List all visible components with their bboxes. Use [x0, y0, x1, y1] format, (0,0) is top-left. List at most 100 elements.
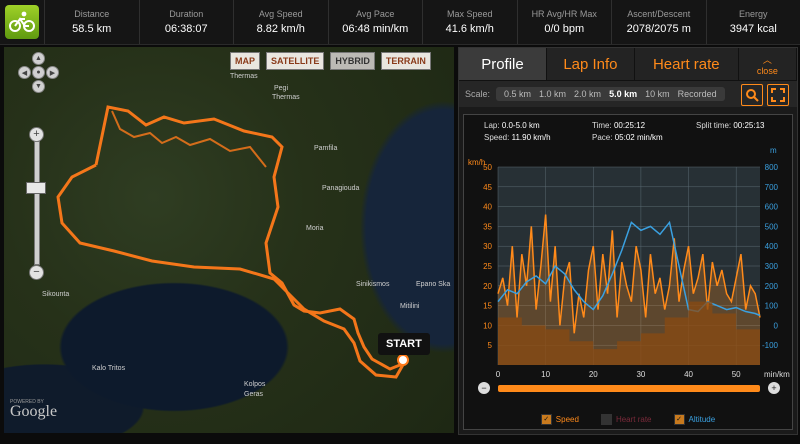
scale-option[interactable]: Recorded — [678, 89, 717, 99]
split-label: Split time: — [696, 121, 732, 130]
stat-max-speed: Max Speed 41.6 km/h — [422, 0, 517, 44]
panel-tabs: Profile Lap Info Heart rate ︿ close — [459, 48, 797, 80]
stat-ascent-descent: Ascent/Descent 2078/2075 m — [611, 0, 706, 44]
map-type-satellite[interactable]: SATELLITE — [266, 52, 325, 70]
map-type-terrain[interactable]: TERRAIN — [380, 52, 431, 70]
scale-option[interactable]: 1.0 km — [539, 89, 566, 99]
fullscreen-icon[interactable] — [767, 84, 789, 106]
x-tick-label: 30 — [636, 370, 645, 379]
x-tick-label: 50 — [732, 370, 741, 379]
x-tick-label: 20 — [589, 370, 598, 379]
place-label: Geras — [244, 391, 264, 398]
checkbox-checked-icon[interactable]: ✓ — [673, 414, 685, 425]
lap-value: 0.0-5.0 km — [501, 121, 540, 130]
profile-panel: Profile Lap Info Heart rate ︿ close Scal… — [458, 47, 798, 435]
x-tick-label: 40 — [684, 370, 693, 379]
range-minus-glyph: − — [481, 383, 486, 393]
stat-label: HR Avg/HR Max — [531, 9, 597, 19]
map-type-map[interactable]: MAP — [230, 52, 260, 70]
scale-option[interactable]: 10 km — [645, 89, 670, 99]
left-tick-label: 45 — [483, 183, 492, 192]
left-tick-label: 40 — [483, 203, 492, 212]
left-tick-label: 25 — [483, 262, 492, 271]
route-map[interactable]: Thermas Pegi Thermas Pamfila Panagiouda … — [4, 47, 454, 433]
stat-label: Avg Speed — [258, 9, 303, 19]
zoom-rail[interactable] — [34, 141, 40, 265]
scale-options: 0.5 km 1.0 km 2.0 km 5.0 km 10 km Record… — [496, 87, 725, 101]
legend-speed[interactable]: ✓ Speed — [540, 414, 579, 425]
google-logo[interactable]: Google — [10, 403, 57, 421]
pan-control: ▲ ◀ ● ▶ ▼ — [18, 52, 59, 93]
tab-profile[interactable]: Profile — [459, 48, 547, 80]
right-tick-label: 300 — [765, 262, 779, 271]
zoom-in-button[interactable]: + — [29, 127, 44, 142]
zoom-control: + − — [26, 127, 46, 280]
x-tick-label: 0 — [496, 370, 501, 379]
scale-option[interactable]: 2.0 km — [574, 89, 601, 99]
left-tick-label: 35 — [483, 222, 492, 231]
place-label: Epano Ska — [416, 281, 451, 288]
right-tick-label: 800 — [765, 163, 779, 172]
stats-bar: Distance 58.5 km Duration 06:38:07 Avg Spe… — [0, 0, 800, 45]
scale-option[interactable]: 0.5 km — [504, 89, 531, 99]
left-tick-label: 15 — [483, 302, 492, 311]
pan-center-icon[interactable]: ● — [32, 66, 45, 79]
pan-down-icon[interactable]: ▼ — [32, 80, 45, 93]
checkbox-checked-icon[interactable]: ✓ — [540, 414, 552, 425]
start-label: START — [378, 333, 430, 355]
scale-bar: Scale: 0.5 km 1.0 km 2.0 km 5.0 km 10 km… — [459, 80, 797, 107]
pan-right-icon[interactable]: ▶ — [46, 66, 59, 79]
stat-label: Duration — [169, 9, 204, 19]
profile-chart[interactable]: Lap: 0.0-5.0 km Speed: 11.90 km/h Time: … — [463, 114, 793, 430]
stat-value: 41.6 km/h — [445, 23, 494, 35]
map-type-hybrid[interactable]: HYBRID — [330, 52, 375, 70]
right-tick-label: 500 — [765, 222, 779, 231]
stat-value: 8.82 km/h — [256, 23, 305, 35]
stat-avg-speed: Avg Speed 8.82 km/h — [233, 0, 328, 44]
tab-heart-rate[interactable]: Heart rate — [634, 48, 739, 80]
scale-option-selected[interactable]: 5.0 km — [609, 89, 637, 99]
zoom-magnifier-icon[interactable] — [741, 84, 763, 106]
map-type-switcher: MAP SATELLITE HYBRID TERRAIN — [230, 52, 431, 70]
stat-value: 06:48 min/km — [342, 23, 409, 35]
route-track — [56, 105, 409, 379]
right-axis-unit: m — [770, 146, 777, 155]
close-label: close — [756, 65, 778, 76]
activity-logo[interactable] — [0, 0, 44, 44]
tab-lap-info[interactable]: Lap Info — [546, 48, 635, 80]
pan-left-icon[interactable]: ◀ — [18, 66, 31, 79]
stat-distance: Distance 58.5 km — [44, 0, 139, 44]
place-label: Kalo Tritos — [92, 365, 126, 372]
place-label: Sikounta — [42, 291, 70, 298]
x-tick-label: 10 — [541, 370, 550, 379]
zoom-slider-handle[interactable] — [26, 182, 46, 194]
legend-altitude[interactable]: ✓ Altitude — [673, 414, 715, 425]
right-tick-label: 100 — [765, 302, 779, 311]
stat-value: 3947 kcal — [729, 23, 777, 35]
close-button[interactable]: ︿ close — [738, 48, 797, 80]
pan-up-icon[interactable]: ▲ — [32, 52, 45, 65]
stat-label: Distance — [74, 9, 110, 19]
right-tick-label: -100 — [762, 341, 779, 350]
stat-value: 2078/2075 m — [626, 23, 691, 35]
place-label: Moria — [306, 225, 324, 232]
right-tick-label: 0 — [774, 321, 779, 330]
place-label: Thermas — [272, 94, 300, 101]
legend-heart-rate[interactable]: Heart rate — [600, 414, 652, 425]
checkbox-unchecked-icon[interactable] — [600, 414, 612, 425]
x-axis-unit: min/km — [764, 370, 790, 379]
start-marker[interactable] — [397, 354, 409, 366]
zoom-out-button[interactable]: − — [29, 265, 44, 280]
stat-duration: Duration 06:38:07 — [138, 0, 234, 44]
left-axis-unit: km/h — [468, 158, 485, 167]
stat-label: Energy — [738, 9, 768, 19]
place-label: Thermas — [230, 73, 258, 80]
place-label: Pegi — [274, 85, 289, 92]
stat-avg-pace: Avg Pace 06:48 min/km — [327, 0, 423, 44]
place-label: Panagiouda — [322, 185, 360, 192]
scale-label: Scale: — [465, 89, 491, 99]
cycling-icon — [5, 5, 39, 39]
stat-label: Avg Pace — [356, 9, 395, 19]
stat-value: 06:38:07 — [164, 23, 208, 35]
place-label: Kolpos — [244, 381, 266, 388]
